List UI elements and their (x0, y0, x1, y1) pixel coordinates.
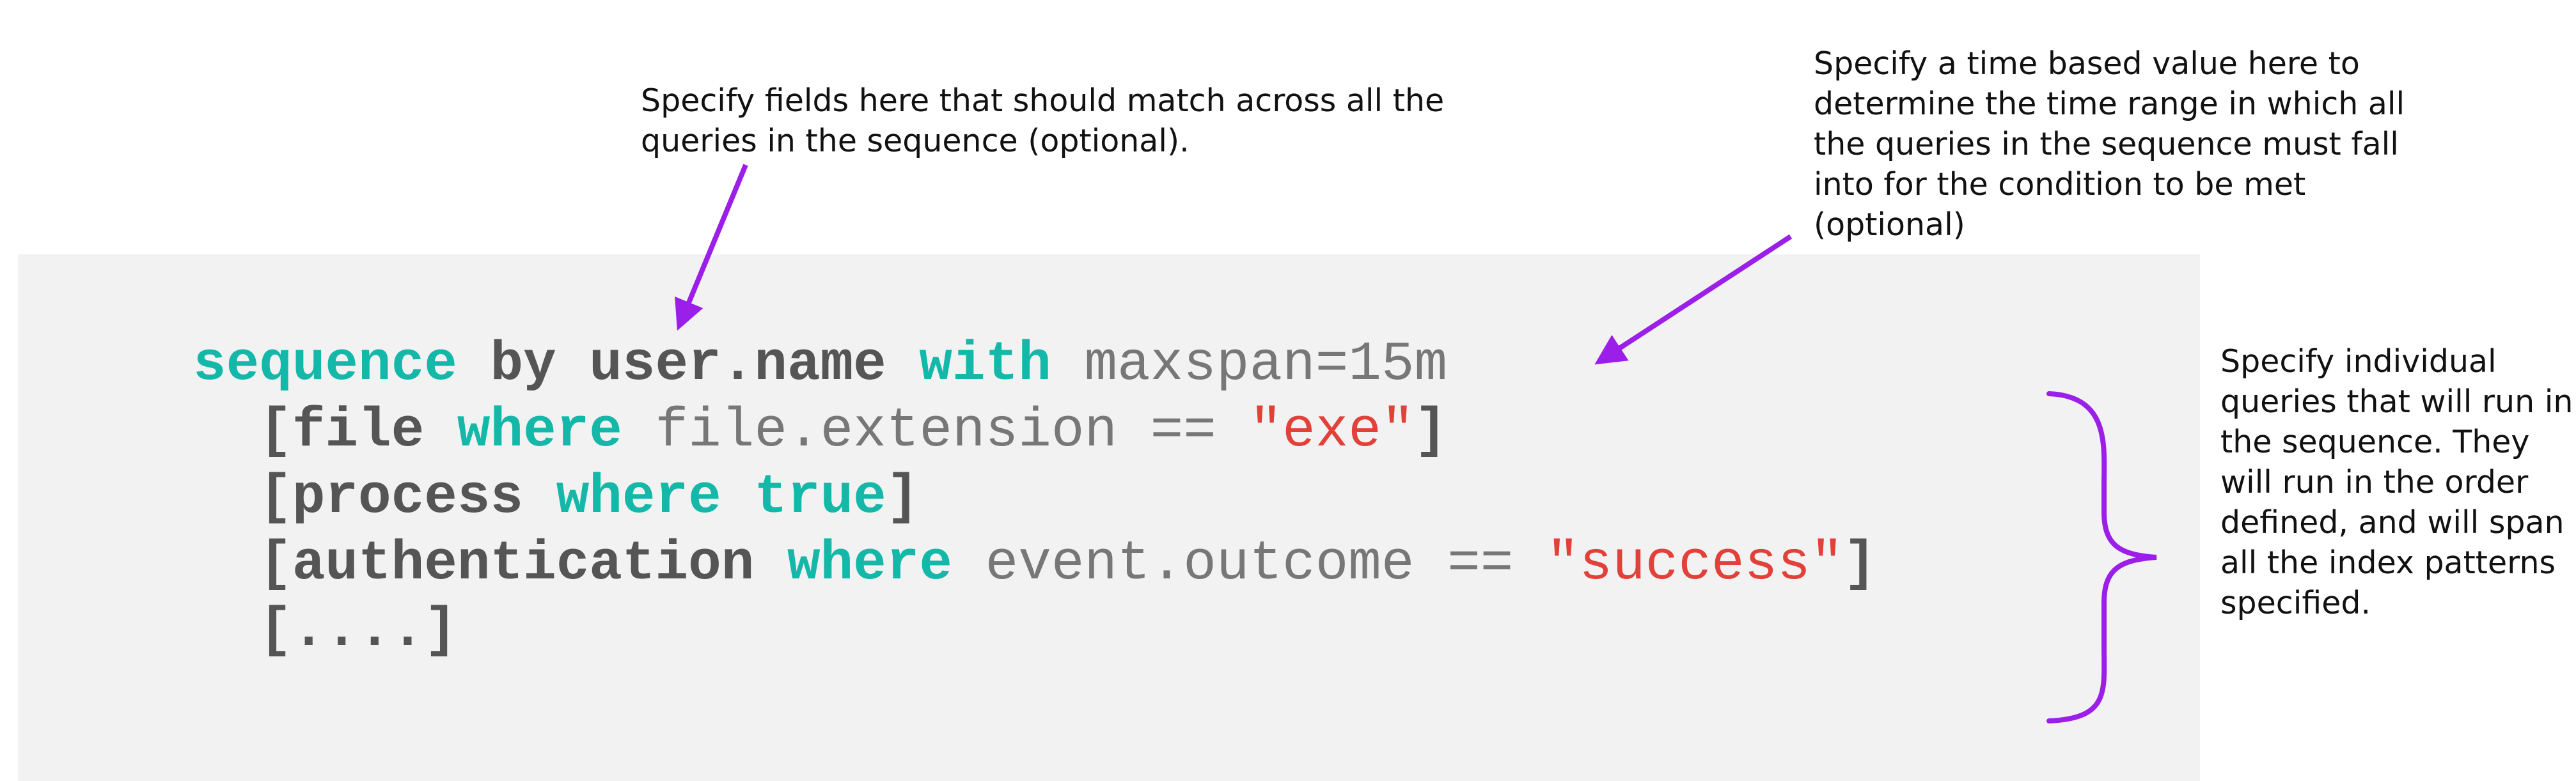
annotation-overlay (675, 164, 2157, 723)
queries-brace-icon (2046, 391, 2157, 723)
maxspan-arrow (1594, 234, 1793, 365)
fields-arrow (675, 164, 748, 331)
